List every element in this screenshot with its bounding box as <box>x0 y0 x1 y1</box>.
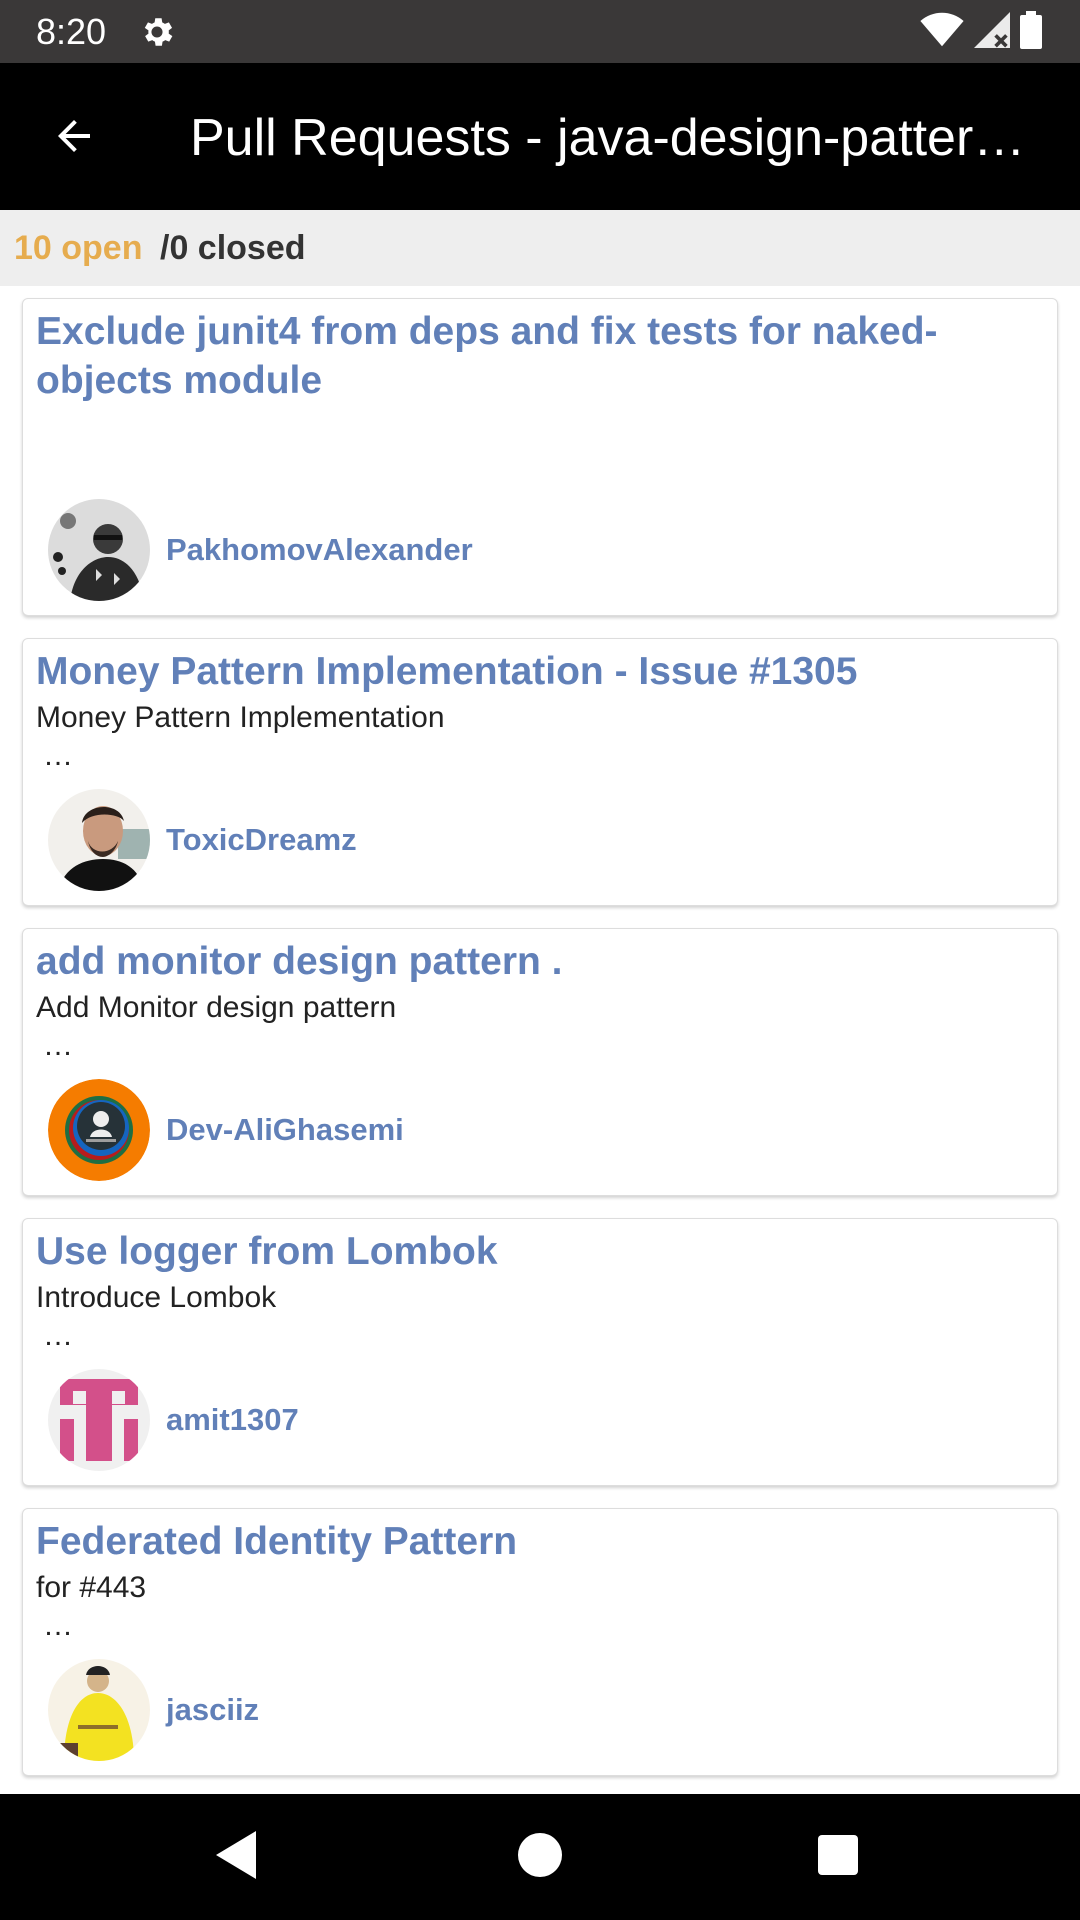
pr-description-ellipsis: … <box>43 1609 73 1642</box>
pr-author[interactable]: jasciiz <box>166 1690 259 1730</box>
pull-request-card[interactable]: Exclude junit4 from deps and fix tests f… <box>22 298 1058 616</box>
pr-description-ellipsis: … <box>43 739 73 772</box>
status-icons <box>920 10 1042 54</box>
closed-count[interactable]: /0 closed <box>160 210 306 286</box>
pr-count-summary: 10 open /0 closed <box>0 210 1080 286</box>
app-bar: Pull Requests - java-design-patter… <box>0 63 1080 210</box>
cellular-signal-icon <box>974 11 1010 53</box>
pr-title: Federated Identity Pattern <box>36 1520 518 1563</box>
triangle-back-icon <box>216 1830 260 1884</box>
page-title: Pull Requests - java-design-patter… <box>190 109 1026 167</box>
pr-description-ellipsis: … <box>43 1029 73 1062</box>
pr-description-ellipsis: … <box>43 1319 73 1352</box>
pr-description: Money Pattern Implementation <box>36 701 445 734</box>
status-time: 8:20 <box>36 11 107 52</box>
pr-title: add monitor design pattern . <box>36 940 563 983</box>
pr-description: Add Monitor design pattern <box>36 991 397 1024</box>
pr-author[interactable]: PakhomovAlexander <box>166 530 473 570</box>
circle-home-icon <box>518 1832 562 1882</box>
pr-author[interactable]: Dev-AliGhasemi <box>166 1110 404 1150</box>
arrow-back-icon <box>50 112 98 165</box>
settings-gear-icon <box>138 13 176 51</box>
avatar <box>48 1079 150 1181</box>
system-navigation-bar <box>0 1794 1080 1920</box>
square-recents-icon <box>818 1834 858 1880</box>
nav-home-button[interactable] <box>510 1827 570 1887</box>
pr-title: Use logger from Lombok <box>36 1230 498 1273</box>
battery-icon <box>1020 10 1042 54</box>
pr-description: Introduce Lombok <box>36 1281 277 1314</box>
pr-author[interactable]: ToxicDreamz <box>166 820 357 860</box>
pull-request-card[interactable]: add monitor design pattern . Add Monitor… <box>22 928 1058 1196</box>
pr-author[interactable]: amit1307 <box>166 1400 299 1440</box>
pull-request-card[interactable]: Federated Identity Pattern for #443 … ja… <box>22 1508 1058 1776</box>
pr-title: Money Pattern Implementation - Issue #13… <box>36 650 858 693</box>
avatar <box>48 789 150 891</box>
avatar <box>48 1659 150 1761</box>
avatar <box>48 1369 150 1471</box>
pr-description: for #443 <box>36 1571 147 1604</box>
status-bar: 8:20 <box>0 0 1080 63</box>
nav-back-button[interactable] <box>208 1827 268 1887</box>
pr-title: Exclude junit4 from deps and fix tests f… <box>36 310 938 402</box>
avatar <box>48 499 150 601</box>
wifi-icon <box>920 12 964 53</box>
nav-recents-button[interactable] <box>808 1827 868 1887</box>
open-count[interactable]: 10 open <box>14 210 142 286</box>
pull-request-card[interactable]: Money Pattern Implementation - Issue #13… <box>22 638 1058 906</box>
back-button[interactable] <box>34 106 114 170</box>
pull-request-card[interactable]: Use logger from Lombok Introduce Lombok … <box>22 1218 1058 1486</box>
